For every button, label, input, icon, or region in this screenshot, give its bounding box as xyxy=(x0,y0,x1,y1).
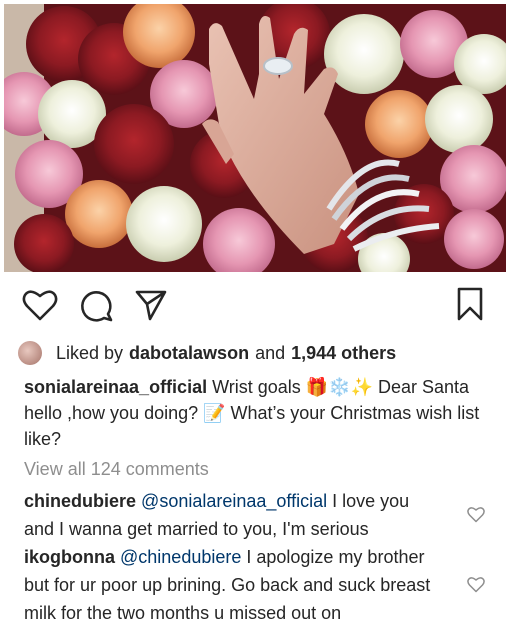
paper-plane-icon[interactable] xyxy=(134,289,168,321)
comment-like-heart-icon[interactable] xyxy=(467,506,485,523)
comment-bubble-icon[interactable] xyxy=(80,288,114,322)
post-photo[interactable] xyxy=(4,4,506,272)
comment-like-heart-icon[interactable] xyxy=(467,576,485,593)
likes-conjunction: and xyxy=(255,342,286,363)
caption-username[interactable]: sonialareinaa_official xyxy=(24,377,207,397)
comment-username[interactable]: chinedubiere xyxy=(24,491,136,511)
view-all-comments-link[interactable]: View all 124 comments xyxy=(24,459,209,480)
post-caption: sonialareinaa_official Wrist goals 🎁❄️✨ … xyxy=(24,374,494,452)
liker-avatar[interactable] xyxy=(18,341,42,365)
likes-prefix: Liked by xyxy=(56,342,124,363)
likes-summary: Liked by dabotalawson and 1,944 others xyxy=(18,340,498,366)
comment-username[interactable]: ikogbonna xyxy=(24,547,115,567)
bookmark-icon[interactable] xyxy=(456,286,484,322)
liker-username[interactable]: dabotalawson xyxy=(129,343,249,364)
post-action-bar xyxy=(0,280,510,330)
comment-item: ikogbonna @chinedubiere I apologize my b… xyxy=(24,543,444,627)
roses-hand-image xyxy=(4,4,506,272)
likes-count-link[interactable]: 1,944 others xyxy=(291,343,396,364)
comment-mention[interactable]: @chinedubiere xyxy=(120,547,241,567)
comment-item: chinedubiere @sonialareinaa_official I l… xyxy=(24,487,444,543)
heart-icon[interactable] xyxy=(22,288,58,322)
comment-mention[interactable]: @sonialareinaa_official xyxy=(141,491,327,511)
